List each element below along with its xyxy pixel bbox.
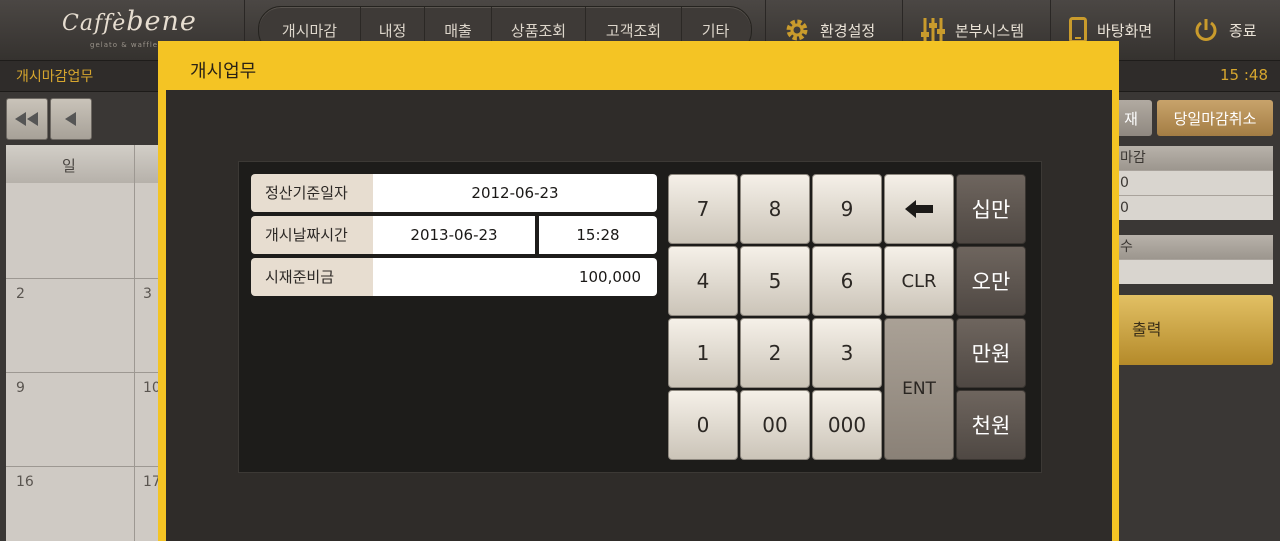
power-icon (1195, 19, 1217, 41)
cancel-daily-close-button[interactable]: 당일마감취소 (1157, 100, 1273, 136)
calendar: 일 2 3 9 10 16 17 (6, 145, 166, 541)
gear-icon (786, 19, 808, 41)
key-3[interactable]: 3 (812, 318, 882, 388)
double-left-arrow-icon (15, 112, 38, 126)
count-label: 수 (1110, 235, 1273, 259)
key-00[interactable]: 00 (740, 390, 810, 460)
cash-reserve-label: 시재준비금 (251, 258, 373, 296)
amount-1k-button[interactable]: 천원 (956, 390, 1026, 460)
key-1[interactable]: 1 (668, 318, 738, 388)
count-value (1110, 259, 1273, 284)
open-business-dialog: 개시업무 정산기준일자 2012-06-23 개시날짜시간 2013-06-23… (158, 41, 1119, 541)
open-date-field[interactable]: 2013-06-23 (373, 216, 535, 254)
open-datetime-label: 개시날짜시간 (251, 216, 373, 254)
calendar-divider (134, 145, 135, 541)
left-arrow-icon (65, 112, 76, 126)
calendar-day[interactable]: 2 (16, 286, 25, 302)
brand-tagline: gelato & waffle (90, 41, 159, 49)
calendar-day[interactable]: 16 (16, 474, 34, 490)
exit-button[interactable]: 종료 (1174, 0, 1280, 60)
close-summary: 마감 0 0 (1110, 146, 1273, 220)
close-label: 마감 (1110, 146, 1273, 170)
dialog-title: 개시업무 (190, 61, 257, 82)
enter-button[interactable]: ENT (884, 318, 954, 460)
hq-system-label: 본부시스템 (955, 21, 1025, 40)
weekday-sunday: 일 (62, 157, 76, 175)
key-2[interactable]: 2 (740, 318, 810, 388)
backspace-arrow-icon (905, 200, 933, 218)
print-button[interactable]: 출력 (1110, 295, 1273, 365)
close-value: 0 (1110, 195, 1273, 220)
dialog-body: 정산기준일자 2012-06-23 개시날짜시간 2013-06-23 15:2… (166, 90, 1112, 541)
exit-label: 종료 (1229, 21, 1257, 40)
calendar-day[interactable]: 3 (143, 286, 152, 302)
clock: 15 :48 (1220, 66, 1268, 84)
key-0[interactable]: 0 (668, 390, 738, 460)
key-7[interactable]: 7 (668, 174, 738, 244)
key-4[interactable]: 4 (668, 246, 738, 316)
settle-date-row: 정산기준일자 2012-06-23 (251, 174, 657, 212)
amount-10k-button[interactable]: 만원 (956, 318, 1026, 388)
brand-right: bene (126, 6, 197, 37)
cash-reserve-field[interactable]: 100,000 (373, 258, 657, 296)
calendar-day[interactable]: 9 (16, 380, 25, 396)
amount-50k-button[interactable]: 오만 (956, 246, 1026, 316)
page-title: 개시마감업무 (16, 69, 94, 85)
key-5[interactable]: 5 (740, 246, 810, 316)
key-6[interactable]: 6 (812, 246, 882, 316)
desktop-label: 바탕화면 (1097, 21, 1153, 40)
backspace-button[interactable] (884, 174, 954, 244)
key-000[interactable]: 000 (812, 390, 882, 460)
calendar-prev-button[interactable] (50, 98, 92, 140)
calendar-divider (6, 466, 166, 467)
calendar-first-button[interactable] (6, 98, 48, 140)
key-9[interactable]: 9 (812, 174, 882, 244)
open-datetime-row: 개시날짜시간 2013-06-23 15:28 (251, 216, 657, 254)
input-panel: 정산기준일자 2012-06-23 개시날짜시간 2013-06-23 15:2… (238, 161, 1042, 473)
settings-label: 환경설정 (820, 21, 876, 40)
settle-date-label: 정산기준일자 (251, 174, 373, 212)
close-value: 0 (1110, 170, 1273, 195)
sliders-icon (921, 18, 945, 42)
count-summary: 수 (1110, 235, 1273, 284)
amount-100k-button[interactable]: 십만 (956, 174, 1026, 244)
brand-left: Caffè (62, 11, 127, 36)
clear-button[interactable]: CLR (884, 246, 954, 316)
brand-name: Caffèbene (62, 6, 197, 37)
calendar-divider (6, 372, 166, 373)
key-8[interactable]: 8 (740, 174, 810, 244)
open-time-field[interactable]: 15:28 (539, 216, 657, 254)
settle-date-field[interactable]: 2012-06-23 (373, 174, 657, 212)
calendar-divider (6, 278, 166, 279)
tablet-icon (1069, 17, 1087, 43)
calendar-header: 일 (6, 145, 166, 183)
cash-reserve-row: 시재준비금 100,000 (251, 258, 657, 296)
